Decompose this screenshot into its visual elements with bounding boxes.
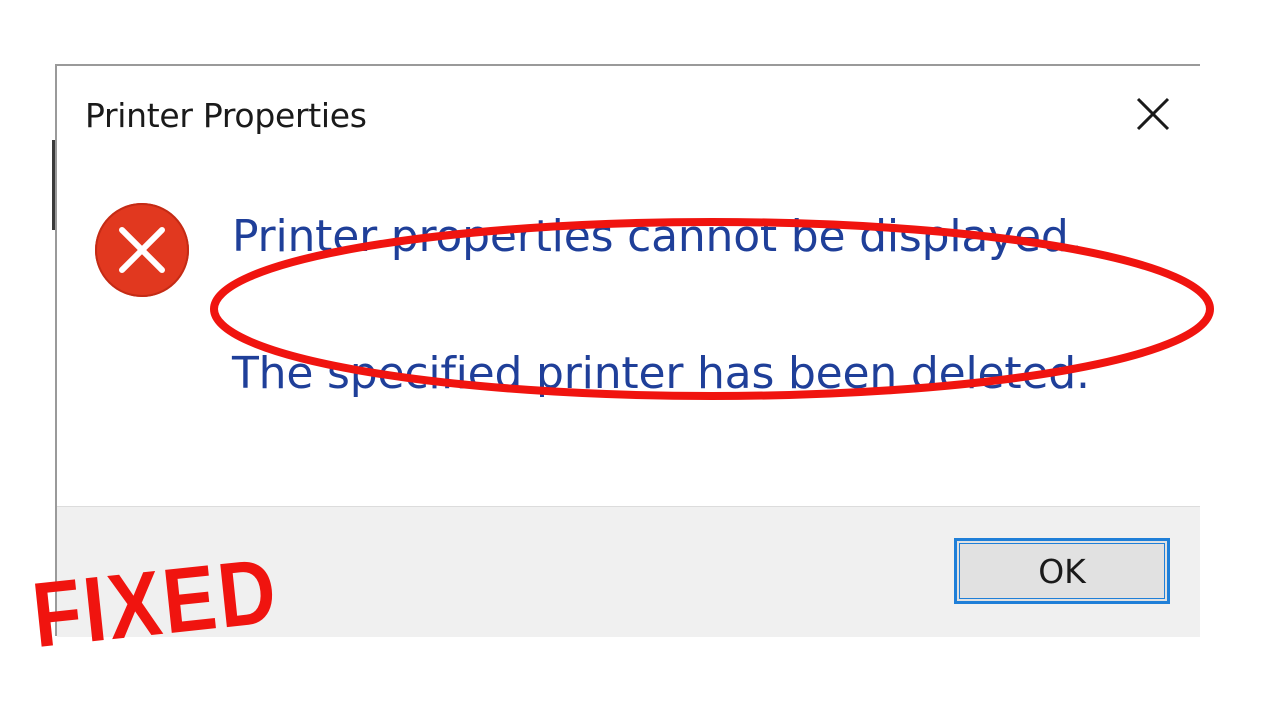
fixed-stamp: FIXED [27, 539, 284, 667]
dialog-title: Printer Properties [85, 96, 367, 135]
close-button[interactable] [1129, 90, 1177, 138]
error-detail: The specified printer has been deleted. [232, 348, 1090, 399]
ok-button-label: OK [1038, 551, 1086, 591]
error-message: Printer properties cannot be displayed. [232, 211, 1083, 262]
close-icon [1136, 97, 1170, 131]
error-icon [95, 203, 189, 297]
screen: Printer Properties Printer properties ca… [0, 0, 1280, 720]
ok-button[interactable]: OK [954, 538, 1170, 604]
